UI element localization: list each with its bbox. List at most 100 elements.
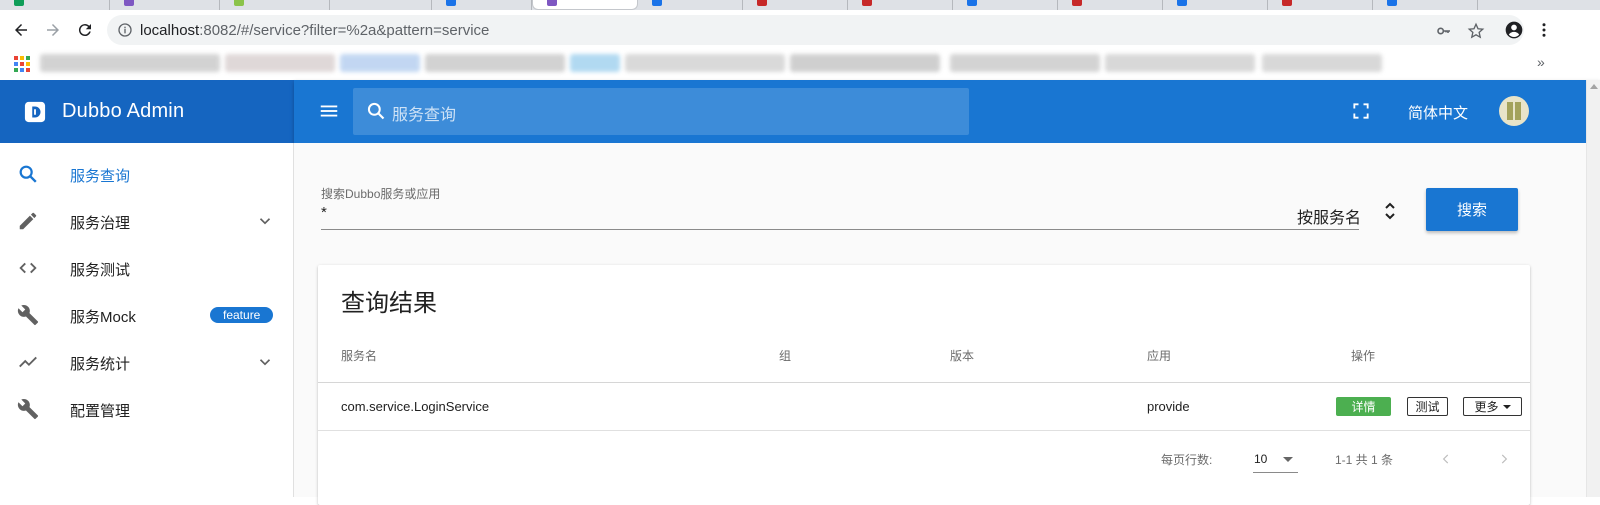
browser-tab[interactable] xyxy=(1163,0,1268,10)
browser-tab[interactable] xyxy=(432,0,532,10)
apps-icon[interactable] xyxy=(14,56,30,72)
page-scrollbar[interactable] xyxy=(1586,80,1600,497)
browser-tab[interactable] xyxy=(0,0,110,10)
test-button[interactable]: 测试 xyxy=(1407,397,1448,416)
caret-down-icon xyxy=(1502,404,1511,409)
bookmark-item[interactable] xyxy=(1105,54,1255,72)
detail-button[interactable]: 详情 xyxy=(1336,397,1391,416)
cell-service-name: com.service.LoginService xyxy=(341,399,490,414)
sidebar-item-service-mock[interactable]: 服务Mock feature xyxy=(0,291,293,338)
code-icon xyxy=(19,262,37,274)
avatar[interactable] xyxy=(1499,96,1529,126)
column-header-group[interactable]: 组 xyxy=(779,347,791,364)
global-search-input[interactable]: 服务查询 xyxy=(353,88,969,135)
bookmark-item[interactable] xyxy=(340,54,420,72)
profile-button[interactable] xyxy=(1502,18,1526,42)
rows-per-page-label: 每页行数: xyxy=(1161,453,1213,467)
bookmark-item[interactable] xyxy=(425,54,565,72)
star-icon[interactable] xyxy=(1465,20,1487,42)
column-header-version[interactable]: 版本 xyxy=(950,347,974,364)
results-card: 查询结果 服务名 组 版本 应用 操作 com.service.LoginSer… xyxy=(318,265,1530,505)
unfold-icon[interactable] xyxy=(1383,199,1397,223)
language-switch[interactable]: 简体中文 xyxy=(1408,102,1468,123)
menu-icon[interactable] xyxy=(318,100,340,122)
search-field-input[interactable]: * xyxy=(321,204,327,221)
browser-tab-strip xyxy=(0,0,1600,10)
browser-tab[interactable] xyxy=(330,0,432,10)
browser-tab[interactable] xyxy=(638,0,743,10)
sidebar-item-service-governance[interactable]: 服务治理 xyxy=(0,197,293,244)
bookmark-item[interactable] xyxy=(1262,54,1382,72)
more-button[interactable]: 更多 xyxy=(1463,397,1522,416)
search-button[interactable]: 搜索 xyxy=(1426,188,1518,231)
wrench-icon xyxy=(17,305,39,326)
browser-tab[interactable] xyxy=(1058,0,1163,10)
brand: Dubbo Admin xyxy=(0,80,294,143)
key-icon[interactable] xyxy=(1433,20,1455,42)
bookmark-item[interactable] xyxy=(225,54,335,72)
rows-per-page-select[interactable]: 10 xyxy=(1253,447,1298,473)
arrow-right-icon xyxy=(47,24,59,36)
sidebar-item-label: 服务Mock xyxy=(70,309,136,326)
bookmarks-overflow-icon[interactable]: » xyxy=(1537,54,1545,70)
search-icon xyxy=(19,165,37,183)
back-button[interactable] xyxy=(9,18,33,42)
app-header: Dubbo Admin 服务查询 简体中文 xyxy=(0,80,1600,143)
fullscreen-icon[interactable] xyxy=(1351,101,1371,121)
sidebar-item-config-management[interactable]: 配置管理 xyxy=(0,385,293,432)
browser-tab[interactable] xyxy=(953,0,1058,10)
address-bar[interactable]: localhost:8082/#/service?filter=%2a&patt… xyxy=(107,15,1524,45)
sidebar-item-label: 服务统计 xyxy=(70,356,131,373)
url-text[interactable]: localhost:8082/#/service?filter=%2a&patt… xyxy=(140,22,489,39)
feature-badge: feature xyxy=(210,307,274,323)
search-placeholder: 服务查询 xyxy=(392,107,457,124)
browser-tab[interactable] xyxy=(110,0,220,10)
wrench-icon xyxy=(17,399,39,420)
browser-tab[interactable] xyxy=(848,0,953,10)
browser-tab[interactable] xyxy=(220,0,330,10)
column-header-service[interactable]: 服务名 xyxy=(341,347,377,364)
bookmark-item[interactable] xyxy=(790,54,940,72)
browser-menu-button[interactable] xyxy=(1532,18,1556,42)
forward-button[interactable] xyxy=(41,18,65,42)
reload-icon xyxy=(78,24,91,37)
sidebar-item-label: 服务查询 xyxy=(70,168,131,185)
column-header-actions: 操作 xyxy=(1351,349,1376,363)
dropdown-arrow-icon xyxy=(1283,457,1293,462)
cell-application: provide xyxy=(1147,399,1190,414)
search-mode-select[interactable]: 按服务名 xyxy=(1297,204,1361,228)
bookmark-item[interactable] xyxy=(950,54,1100,72)
rows-per-page-value: 10 xyxy=(1254,452,1268,466)
dubbo-logo-icon xyxy=(24,101,46,122)
browser-tab[interactable] xyxy=(743,0,848,10)
sidebar-item-label: 配置管理 xyxy=(70,403,131,420)
browser-tab-active[interactable] xyxy=(532,0,638,10)
chevron-right-icon[interactable] xyxy=(1497,451,1511,467)
bookmark-item[interactable] xyxy=(40,54,220,72)
bookmark-item[interactable] xyxy=(625,54,785,72)
browser-tab[interactable] xyxy=(1268,0,1373,10)
chevron-down-icon[interactable] xyxy=(256,212,274,230)
pencil-icon xyxy=(19,212,37,230)
topbar: 服务查询 简体中文 xyxy=(294,80,1600,143)
sidebar: 服务查询 服务治理 服务测试 服务Mock feature 服务统计 配置管理 xyxy=(0,143,294,497)
bookmark-item[interactable] xyxy=(570,54,620,72)
sidebar-item-label: 服务治理 xyxy=(70,215,131,232)
search-field-label: 搜索Dubbo服务或应用 xyxy=(321,187,441,201)
browser-tab[interactable] xyxy=(1373,0,1478,10)
chevron-left-icon[interactable] xyxy=(1439,451,1453,467)
search-field-underline xyxy=(321,229,1359,230)
column-header-application[interactable]: 应用 xyxy=(1147,347,1171,364)
sidebar-item-service-search[interactable]: 服务查询 xyxy=(0,150,293,197)
chevron-down-icon[interactable] xyxy=(256,353,274,371)
info-icon[interactable] xyxy=(117,22,133,38)
account-circle-icon xyxy=(1505,21,1523,39)
sidebar-item-service-test[interactable]: 服务测试 xyxy=(0,244,293,291)
main-content: 搜索Dubbo服务或应用 * 按服务名 搜索 查询结果 服务名 组 版本 应用 … xyxy=(294,143,1586,505)
row-divider xyxy=(318,430,1530,431)
browser-toolbar: localhost:8082/#/service?filter=%2a&patt… xyxy=(0,10,1600,48)
reload-button[interactable] xyxy=(73,18,97,42)
sidebar-item-service-statistics[interactable]: 服务统计 xyxy=(0,338,293,385)
scroll-up-arrow-icon[interactable] xyxy=(1590,84,1598,89)
more-vert-icon xyxy=(1542,23,1546,37)
